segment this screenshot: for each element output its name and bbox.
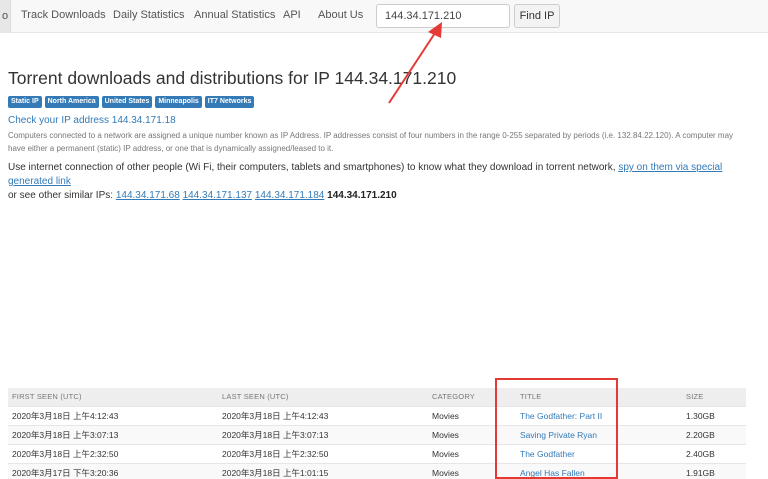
- annotation-arrow-icon: [388, 22, 442, 104]
